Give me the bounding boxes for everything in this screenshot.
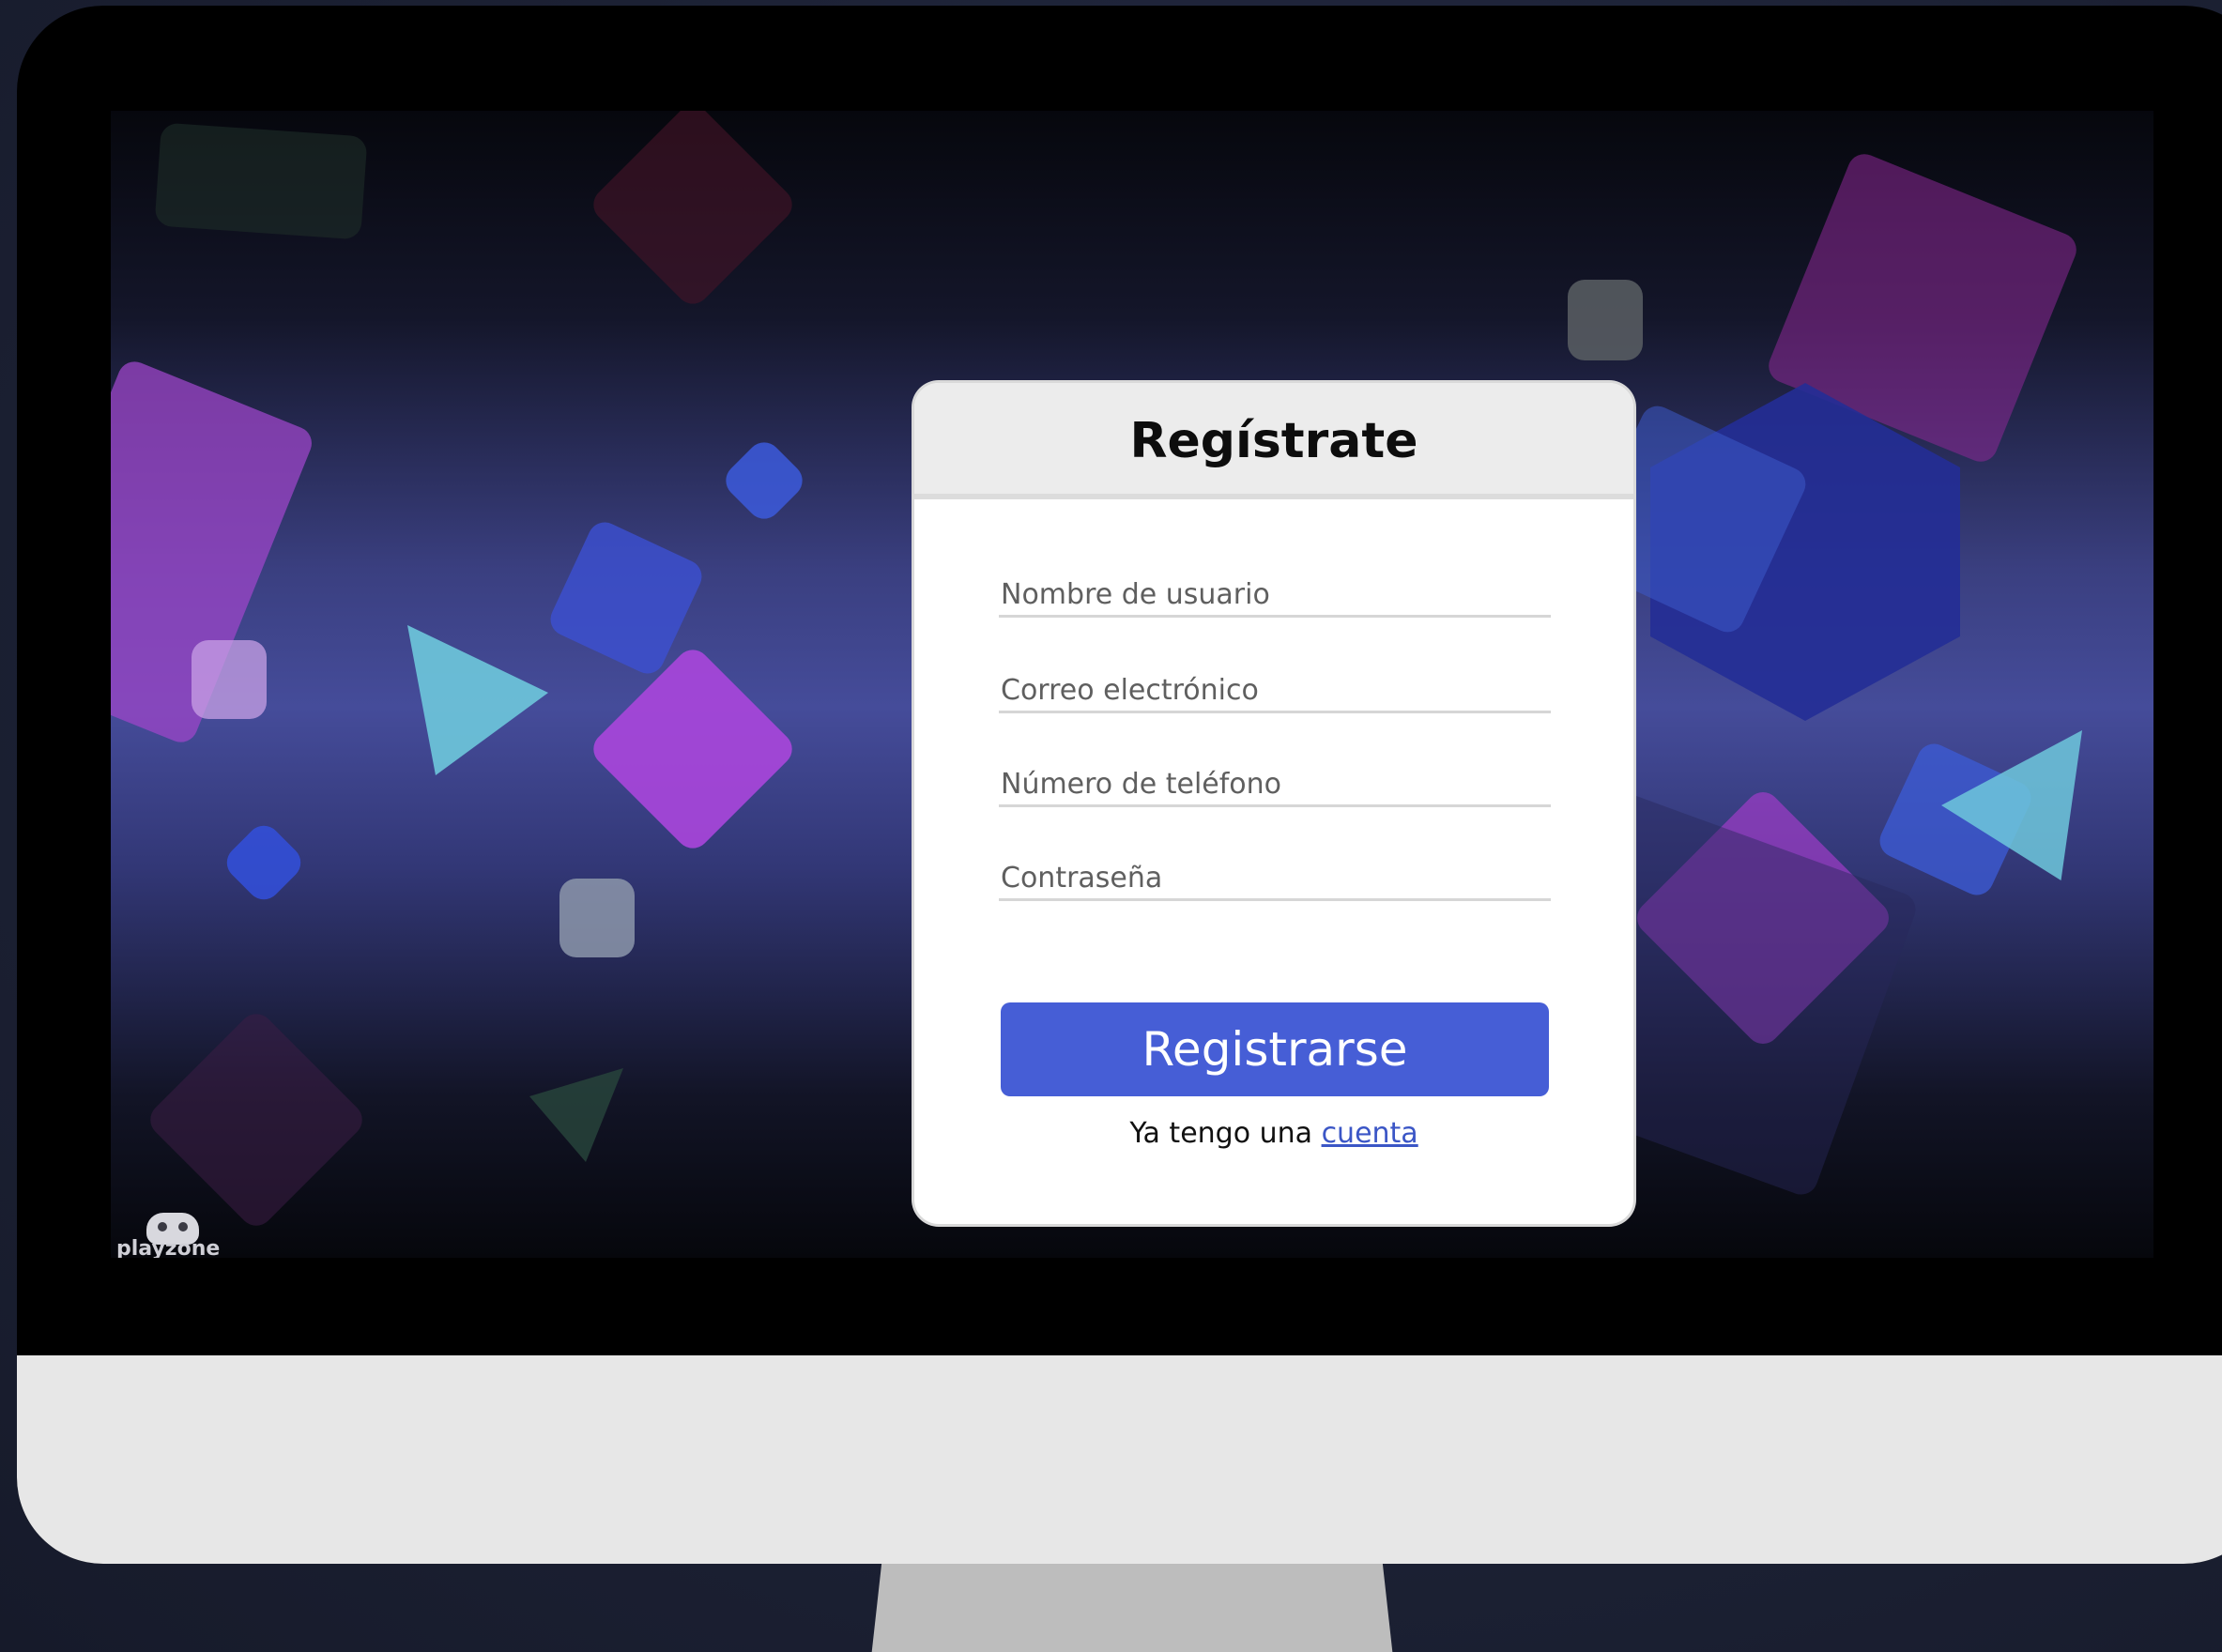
monitor-chin — [17, 1355, 2222, 1564]
logo-text: playzone — [116, 1237, 221, 1258]
phone-input[interactable] — [999, 768, 1555, 801]
username-field-wrapper — [999, 578, 1555, 618]
bg-shape-triangle-dark-green — [529, 1068, 623, 1162]
register-form: Regístrate Registrarse Ya tengo una — [914, 383, 1633, 1224]
password-field-wrapper — [999, 862, 1555, 901]
register-button[interactable]: Registrarse — [1001, 1002, 1549, 1096]
login-prompt-text: Ya tengo una — [1129, 1117, 1313, 1150]
bg-shape-square-dark-green — [154, 122, 368, 240]
phone-field-wrapper — [999, 768, 1555, 807]
form-title: Regístrate — [1129, 413, 1418, 469]
playzone-logo: playzone — [116, 1211, 248, 1258]
email-field-wrapper — [999, 674, 1555, 713]
email-input[interactable] — [999, 674, 1555, 707]
bg-shape-diamond-magenta — [586, 642, 800, 856]
bg-shape-triangle-cyan — [407, 625, 548, 775]
login-prompt: Ya tengo una cuenta — [914, 1117, 1633, 1150]
bg-shape-diamond-dark-red — [586, 111, 800, 312]
form-header: Regístrate — [914, 383, 1633, 499]
monitor-screen: playzone Regístrate Regi — [111, 111, 2153, 1258]
username-input[interactable] — [999, 578, 1555, 611]
bg-shape-diamond-blue-small — [220, 818, 308, 907]
bg-shape-square-grey-top — [1568, 280, 1643, 360]
scene-background: playzone Regístrate Regi — [0, 0, 2222, 1652]
monitor-stand — [871, 1564, 1393, 1652]
bg-shape-diamond-blue-top — [718, 435, 810, 527]
monitor-frame: playzone Regístrate Regi — [17, 6, 2222, 1564]
login-link[interactable]: cuenta — [1322, 1117, 1418, 1150]
bg-shape-diamond-dark-purple — [143, 1006, 370, 1233]
bg-shape-square-lilac — [192, 640, 267, 719]
password-input[interactable] — [999, 862, 1555, 895]
bg-shape-square-grey — [559, 879, 635, 957]
